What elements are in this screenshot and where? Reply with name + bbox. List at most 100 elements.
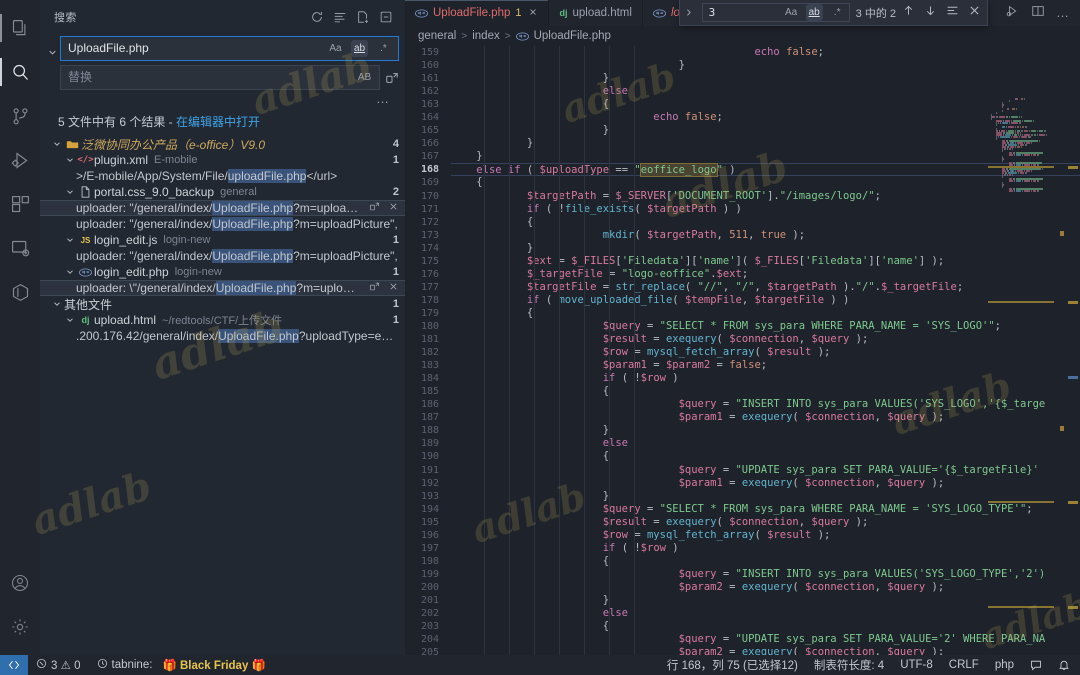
search-result-file[interactable]: </> plugin.xml E-mobile 1 [40, 152, 405, 168]
code-editor[interactable]: 159 160 161 162 163 164 165 166 167 168 169 170 171 1… [405, 46, 1080, 655]
status-notifications[interactable] [1050, 655, 1080, 675]
match-case-toggle[interactable]: Aa [327, 40, 344, 57]
code-line[interactable]: { [451, 450, 1080, 463]
ellipsis-icon[interactable]: … [1056, 6, 1069, 19]
status-eol[interactable]: CRLF [941, 655, 987, 675]
open-in-editor-link[interactable]: 在编辑器中打开 [176, 115, 260, 129]
breadcrumb-item[interactable]: UploadFile.php [534, 30, 611, 42]
activity-item-source-control[interactable] [0, 94, 40, 138]
close-icon[interactable] [968, 4, 981, 22]
code-line[interactable]: $targetFile = str_replace( "//", "/", $t… [451, 281, 1080, 294]
find-regex-toggle[interactable]: .* [829, 4, 846, 21]
code-line[interactable]: $query = "SELECT * FROM sys_para WHERE P… [451, 503, 1080, 516]
replace-all-icon[interactable] [385, 71, 399, 85]
chevron-down-icon[interactable] [63, 315, 77, 325]
clear-all-icon[interactable] [333, 10, 347, 24]
code-line[interactable]: echo false; [451, 46, 1080, 59]
status-black-friday[interactable]: 🎁 Black Friday 🎁 [162, 658, 265, 672]
activity-item-explorer[interactable] [0, 6, 40, 50]
code-line[interactable]: else if ( $uploadType == "eoffice_logo" … [451, 163, 1080, 178]
run-icon[interactable] [1006, 4, 1020, 23]
code-line[interactable]: $param2 = exequery( $connection, $query … [451, 646, 1080, 655]
chevron-down-icon[interactable] [63, 187, 77, 197]
selection-icon[interactable] [946, 4, 959, 22]
code-line[interactable]: $targetPath = $_SERVER['DOCUMENT_ROOT'].… [451, 190, 1080, 203]
chevron-down-icon[interactable] [63, 267, 77, 277]
status-language-mode[interactable]: php [987, 655, 1022, 675]
status-indentation[interactable]: 制表符长度: 4 [806, 655, 892, 675]
code-line[interactable]: } [451, 242, 1080, 255]
code-line[interactable]: { [451, 216, 1080, 229]
code-line[interactable]: { [451, 620, 1080, 633]
code-line[interactable]: $param2 = exequery( $connection, $query … [451, 581, 1080, 594]
code-line[interactable]: { [451, 385, 1080, 398]
code-line[interactable]: } [451, 150, 1080, 163]
chevron-down-icon[interactable] [63, 235, 77, 245]
status-encoding[interactable]: UTF-8 [892, 655, 941, 675]
refresh-icon[interactable] [310, 10, 324, 24]
chevron-down-icon[interactable] [50, 139, 64, 149]
search-result-match[interactable]: .200.176.42/general/index/UploadFile.php… [40, 328, 405, 344]
code-line[interactable]: if ( !file_exists( $targetPath ) ) [451, 203, 1080, 216]
code-line[interactable]: $query = "INSERT INTO sys_para VALUES('S… [451, 568, 1080, 581]
editor-tab[interactable]: dj upload.html [549, 0, 643, 26]
search-result-match[interactable]: uploader: "/general/index/UploadFile.php… [40, 216, 405, 232]
use-regex-toggle[interactable]: .* [375, 40, 392, 57]
code-content[interactable]: echo false; } } else { echo false; }}}… [451, 46, 1080, 655]
code-line[interactable]: $ext = $_FILES['Filedata']['name']( $_FI… [451, 255, 1080, 268]
code-line[interactable]: } [451, 594, 1080, 607]
activity-item-accounts[interactable] [0, 561, 40, 605]
code-line[interactable]: } [451, 72, 1080, 85]
replace-icon[interactable] [369, 281, 380, 295]
replace-icon[interactable] [369, 201, 380, 215]
search-result-match[interactable]: >/E-mobile/App/System/File/uploadFile.ph… [40, 168, 405, 184]
code-line[interactable]: $_targetFile = "logo-eoffice".$ext; [451, 268, 1080, 281]
status-problems[interactable]: 3 ⚠ 0 [28, 655, 89, 675]
code-line[interactable]: $row = mysql_fetch_array( $result ); [451, 346, 1080, 359]
code-line[interactable]: } [451, 137, 1080, 150]
arrow-up-icon[interactable] [902, 4, 915, 22]
minimap[interactable] [988, 46, 1066, 655]
search-input[interactable]: UploadFile.php Aa ab .* [60, 36, 399, 61]
code-line[interactable]: { [451, 176, 1080, 189]
code-line[interactable]: $query = "INSERT INTO sys_para VALUES('S… [451, 398, 1080, 411]
code-line[interactable]: else [451, 607, 1080, 620]
find-match-case-toggle[interactable]: Aa [783, 4, 800, 21]
find-input[interactable]: 3 Aa ab .* [701, 3, 850, 22]
activity-item-extensions[interactable] [0, 182, 40, 226]
code-line[interactable]: $param1 = $param2 = false; [451, 359, 1080, 372]
status-tabnine[interactable]: tabnine: 🎁 Black Friday 🎁 [89, 655, 274, 675]
close-icon[interactable] [528, 6, 538, 20]
find-whole-word-toggle[interactable]: ab [805, 4, 823, 21]
toggle-replace-button[interactable] [44, 36, 60, 106]
breadcrumb-item[interactable]: general [418, 30, 456, 42]
breadcrumb-item[interactable]: index [472, 30, 500, 42]
code-line[interactable]: echo false; [451, 111, 1080, 124]
preserve-case-toggle[interactable]: AB [356, 69, 373, 86]
search-result-folder[interactable]: 其他文件 1 [40, 296, 405, 312]
code-line[interactable]: { [451, 98, 1080, 111]
replace-input[interactable]: 替换 AB [60, 65, 380, 90]
search-result-match[interactable]: uploader: "/general/index/UploadFile.php… [40, 200, 405, 216]
code-line[interactable]: } [451, 424, 1080, 437]
activity-item-remote-explorer[interactable] [0, 226, 40, 270]
status-cursor-position[interactable]: 行 168，列 75 (已选择12) [659, 655, 806, 675]
code-line[interactable]: if ( !$row ) [451, 372, 1080, 385]
code-line[interactable]: } [451, 124, 1080, 137]
status-feedback[interactable] [1022, 655, 1050, 675]
code-line[interactable]: $param1 = exequery( $connection, $query … [451, 411, 1080, 424]
code-line[interactable]: else [451, 85, 1080, 98]
chevron-down-icon[interactable] [63, 155, 77, 165]
code-line[interactable]: if ( move_uploaded_file( $tempFile, $tar… [451, 294, 1080, 307]
code-line[interactable]: } [451, 490, 1080, 503]
search-result-file[interactable]: login_edit.php login-new 1 [40, 264, 405, 280]
editor-tab[interactable]: UploadFile.php 1 [405, 0, 550, 26]
remote-indicator[interactable] [0, 655, 28, 675]
collapse-all-icon[interactable] [379, 10, 393, 24]
activity-item-testing[interactable] [0, 270, 40, 314]
search-result-file[interactable]: dj upload.html ~/redtools/CTF/上传文件 1 [40, 312, 405, 328]
activity-item-settings[interactable] [0, 605, 40, 649]
search-result-match[interactable]: uploader: "/general/index/UploadFile.php… [40, 248, 405, 264]
code-line[interactable]: mkdir( $targetPath, 511, true ); [451, 229, 1080, 242]
chevron-down-icon[interactable] [50, 299, 64, 309]
